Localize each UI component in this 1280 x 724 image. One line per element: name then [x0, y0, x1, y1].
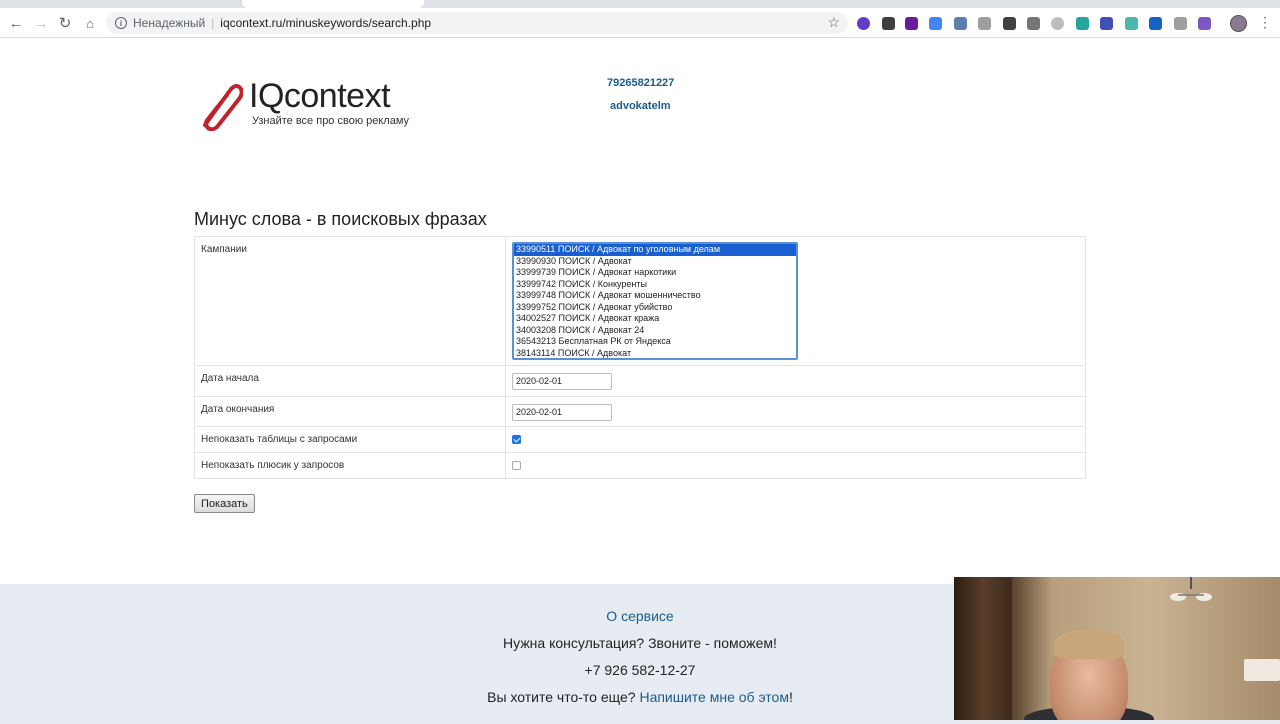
campaigns-label: Кампании — [194, 236, 506, 366]
about-link[interactable]: О сервисе — [606, 608, 673, 624]
campaign-option[interactable]: 33999739 ПОИСК / Адвокат наркотики — [514, 267, 796, 279]
date-end-row: Дата окончания 2020-02-01 — [194, 396, 1086, 427]
date-start-label: Дата начала — [194, 365, 506, 397]
campaign-option[interactable]: 33999742 ПОИСК / Конкуренты — [514, 279, 796, 291]
tab-inactive[interactable] — [0, 0, 240, 8]
paperclip-icon — [203, 84, 243, 131]
logo-text: IQcontext — [249, 77, 391, 115]
date-start-input[interactable]: 2020-02-01 — [512, 373, 612, 390]
extension-icon-9[interactable] — [1051, 17, 1064, 30]
hide-tables-row: Непоказать таблицы с запросами — [194, 426, 1086, 453]
want-suffix: ! — [788, 689, 793, 705]
info-icon[interactable]: i — [115, 17, 127, 29]
extension-icon-7[interactable] — [1003, 17, 1016, 30]
address-bar[interactable]: i Ненадежный | iqcontext.ru/minuskeyword… — [106, 12, 848, 34]
home-icon[interactable]: ⌂ — [80, 13, 100, 33]
campaign-option[interactable]: 33990930 ПОИСК / Адвокат — [514, 256, 796, 268]
omnibox-separator: | — [211, 16, 215, 30]
campaign-option[interactable]: 34003208 ПОИСК / Адвокат 24 — [514, 325, 796, 337]
write-link[interactable]: Напишите мне об этом — [639, 689, 789, 705]
ceiling-lamp-icon — [1170, 577, 1212, 601]
tab-strip — [0, 0, 1280, 8]
campaign-option[interactable]: 38143114 ПОИСК / Адвокат — [514, 348, 796, 359]
date-end-label: Дата окончания — [194, 396, 506, 427]
extension-icon-12[interactable] — [1125, 17, 1138, 30]
user-login-link[interactable]: advokatelm — [610, 100, 671, 112]
extension-icon-6[interactable] — [978, 17, 991, 30]
page-title: Минус слова - в поисковых фразах — [194, 209, 487, 229]
extension-icon-13[interactable] — [1149, 17, 1162, 30]
campaign-option[interactable]: 36543213 Бесплатная РК от Яндекса — [514, 336, 796, 348]
webcam-overlay — [954, 577, 1280, 720]
translate-icon[interactable] — [929, 17, 942, 30]
webcam-background-ac — [1244, 659, 1280, 681]
date-start-row: Дата начала 2020-02-01 — [194, 365, 1086, 397]
bookmark-star-icon[interactable]: ☆ — [827, 14, 840, 31]
camera-icon[interactable] — [1174, 17, 1187, 30]
url-text: iqcontext.ru/minuskeywords/search.php — [220, 16, 432, 30]
extension-icon-3[interactable] — [905, 17, 918, 30]
security-label: Ненадежный — [133, 16, 206, 30]
campaign-option[interactable]: 33999748 ПОИСК / Адвокат мошенничество — [514, 290, 796, 302]
campaign-option[interactable]: 33999752 ПОИСК / Адвокат убийство — [514, 302, 796, 314]
want-text: Вы хотите что-то еще? — [487, 689, 640, 705]
user-phone-link[interactable]: 79265821227 — [607, 77, 674, 89]
logo-tagline: Узнайте все про свою рекламу — [252, 115, 410, 127]
extension-icon-10[interactable] — [1076, 17, 1089, 30]
campaigns-multiselect[interactable]: 33990511 ПОИСК / Адвокат по уголовным де… — [512, 242, 798, 360]
pen-icon[interactable] — [1198, 17, 1211, 30]
profile-avatar[interactable] — [1230, 15, 1247, 32]
webcam-person-hair — [1054, 629, 1124, 659]
campaigns-cell: 33990511 ПОИСК / Адвокат по уголовным де… — [505, 236, 1086, 366]
browser-toolbar: ← → ↻ ⌂ i Ненадежный | iqcontext.ru/minu… — [0, 8, 1280, 38]
hide-tables-checkbox[interactable] — [512, 435, 521, 444]
show-button[interactable]: Показать — [194, 494, 255, 513]
extension-icon-5[interactable] — [954, 17, 967, 30]
menu-icon[interactable]: ⋮ — [1258, 14, 1272, 31]
date-end-input[interactable]: 2020-02-01 — [512, 404, 612, 421]
hide-plus-checkbox[interactable] — [512, 461, 521, 470]
campaign-option[interactable]: 33990511 ПОИСК / Адвокат по уголовным де… — [514, 244, 796, 256]
campaigns-row: Кампании 33990511 ПОИСК / Адвокат по уго… — [194, 236, 1086, 366]
extension-icon-11[interactable] — [1100, 17, 1113, 30]
hide-plus-row: Непоказать плюсик у запросов — [194, 452, 1086, 479]
hide-tables-label: Непоказать таблицы с запросами — [194, 426, 506, 453]
extension-icon-2[interactable] — [882, 17, 895, 30]
forward-icon[interactable]: → — [31, 13, 51, 33]
search-form-table: Кампании 33990511 ПОИСК / Адвокат по уго… — [194, 236, 1086, 479]
extension-icon-1[interactable] — [857, 17, 870, 30]
webcam-background-door — [954, 577, 1012, 720]
site-logo[interactable]: IQcontext Узнайте все про свою рекламу — [197, 77, 427, 131]
back-icon[interactable]: ← — [6, 13, 26, 33]
reload-icon[interactable]: ↻ — [55, 13, 75, 33]
tab-active[interactable] — [242, 0, 424, 8]
campaign-option[interactable]: 34002527 ПОИСК / Адвокат кража — [514, 313, 796, 325]
extension-icon-8[interactable] — [1027, 17, 1040, 30]
hide-plus-label: Непоказать плюсик у запросов — [194, 452, 506, 479]
